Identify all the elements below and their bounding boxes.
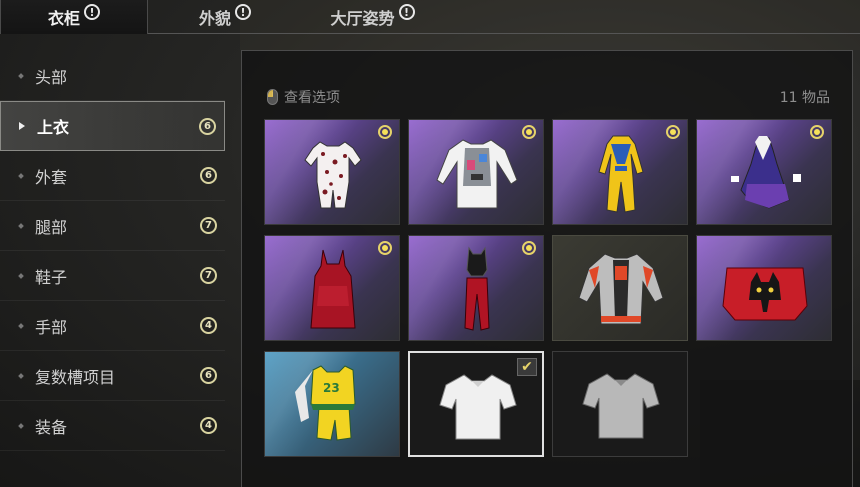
category-sidebar: 头部 上衣 6 外套 6 腿部 7 鞋子 7 手部 4 复数槽项目 6 装备 4 xyxy=(0,51,225,451)
bullet-icon xyxy=(18,322,24,329)
top-tab-bar: 衣柜 ! 外貌 ! 大厅姿势 ! xyxy=(0,0,860,34)
sidebar-item-label: 腿部 xyxy=(35,217,68,237)
sidebar-item-shoes[interactable]: 鞋子 7 xyxy=(0,251,225,301)
item-tile[interactable] xyxy=(408,119,544,225)
sidebar-item-label: 装备 xyxy=(35,417,68,437)
tab-appearance[interactable]: 外貌 ! xyxy=(175,0,275,34)
bullet-icon xyxy=(18,372,24,379)
tab-label: 外貌 xyxy=(198,9,231,28)
panel-header: 查看选项 11 物品 xyxy=(267,87,830,107)
sidebar-item-head[interactable]: 头部 xyxy=(0,51,225,101)
item-tile[interactable] xyxy=(696,119,832,225)
checkmark-icon: ✔ xyxy=(517,358,537,376)
mouse-icon xyxy=(267,89,278,105)
tab-divider xyxy=(148,33,860,34)
sidebar-item-label: 手部 xyxy=(35,317,68,337)
item-tile[interactable] xyxy=(552,119,688,225)
count-badge: 6 xyxy=(200,167,217,184)
count-badge: 4 xyxy=(200,417,217,434)
item-tile-equipped[interactable]: ✔ xyxy=(408,351,544,457)
grey-tshirt-icon xyxy=(582,373,660,439)
sidebar-item-label: 上衣 xyxy=(37,118,70,137)
tab-label: 衣柜 xyxy=(47,9,80,28)
premium-badge-icon xyxy=(522,125,536,139)
alert-icon: ! xyxy=(398,4,415,20)
tab-lobby-pose[interactable]: 大厅姿势 ! xyxy=(315,0,430,34)
tab-wardrobe[interactable]: 衣柜 ! xyxy=(0,0,148,34)
jersey-number: 23 xyxy=(323,381,340,395)
premium-badge-icon xyxy=(810,125,824,139)
red-cat-top-icon xyxy=(722,267,808,321)
count-badge: 7 xyxy=(200,267,217,284)
bullet-icon xyxy=(18,222,24,229)
basketball-jersey-icon: 23 xyxy=(295,365,356,441)
bullet-icon xyxy=(18,422,24,429)
arrow-right-icon xyxy=(19,122,25,130)
premium-badge-icon xyxy=(378,125,392,139)
item-panel: 查看选项 11 物品 23 ✔ xyxy=(241,50,853,487)
count-badge: 6 xyxy=(199,117,216,135)
premium-badge-icon xyxy=(378,241,392,255)
count-badge: 7 xyxy=(200,217,217,234)
premium-badge-icon xyxy=(666,125,680,139)
sidebar-item-outerwear[interactable]: 外套 6 xyxy=(0,151,225,201)
sidebar-item-label: 复数槽项目 xyxy=(35,367,116,387)
item-tile[interactable] xyxy=(696,235,832,341)
bullet-icon xyxy=(18,272,24,279)
grey-racing-jacket-icon xyxy=(578,253,664,325)
premium-badge-icon xyxy=(522,241,536,255)
item-tile[interactable] xyxy=(264,119,400,225)
count-badge: 6 xyxy=(200,367,217,384)
item-tile[interactable]: 23 xyxy=(264,351,400,457)
bullet-icon xyxy=(18,72,24,79)
view-options-label: 查看选项 xyxy=(284,90,340,106)
item-tile[interactable] xyxy=(552,235,688,341)
count-badge: 4 xyxy=(200,317,217,334)
item-count: 11 物品 xyxy=(779,90,830,106)
item-tile[interactable] xyxy=(408,235,544,341)
sidebar-item-legs[interactable]: 腿部 7 xyxy=(0,201,225,251)
sidebar-item-label: 头部 xyxy=(35,67,68,87)
sidebar-item-tops[interactable]: 上衣 6 xyxy=(0,101,225,151)
sidebar-item-hands[interactable]: 手部 4 xyxy=(0,301,225,351)
alert-icon: ! xyxy=(235,4,251,20)
item-tile[interactable] xyxy=(264,235,400,341)
view-options-button[interactable]: 查看选项 xyxy=(267,87,340,107)
bullet-icon xyxy=(18,172,24,179)
sidebar-item-label: 外套 xyxy=(35,167,68,187)
sidebar-item-label: 鞋子 xyxy=(35,267,68,287)
tab-label: 大厅姿势 xyxy=(330,9,395,28)
item-tile[interactable] xyxy=(552,351,688,457)
alert-icon: ! xyxy=(84,4,100,20)
sidebar-item-gear[interactable]: 装备 4 xyxy=(0,401,225,451)
sidebar-item-multi-slot[interactable]: 复数槽项目 6 xyxy=(0,351,225,401)
